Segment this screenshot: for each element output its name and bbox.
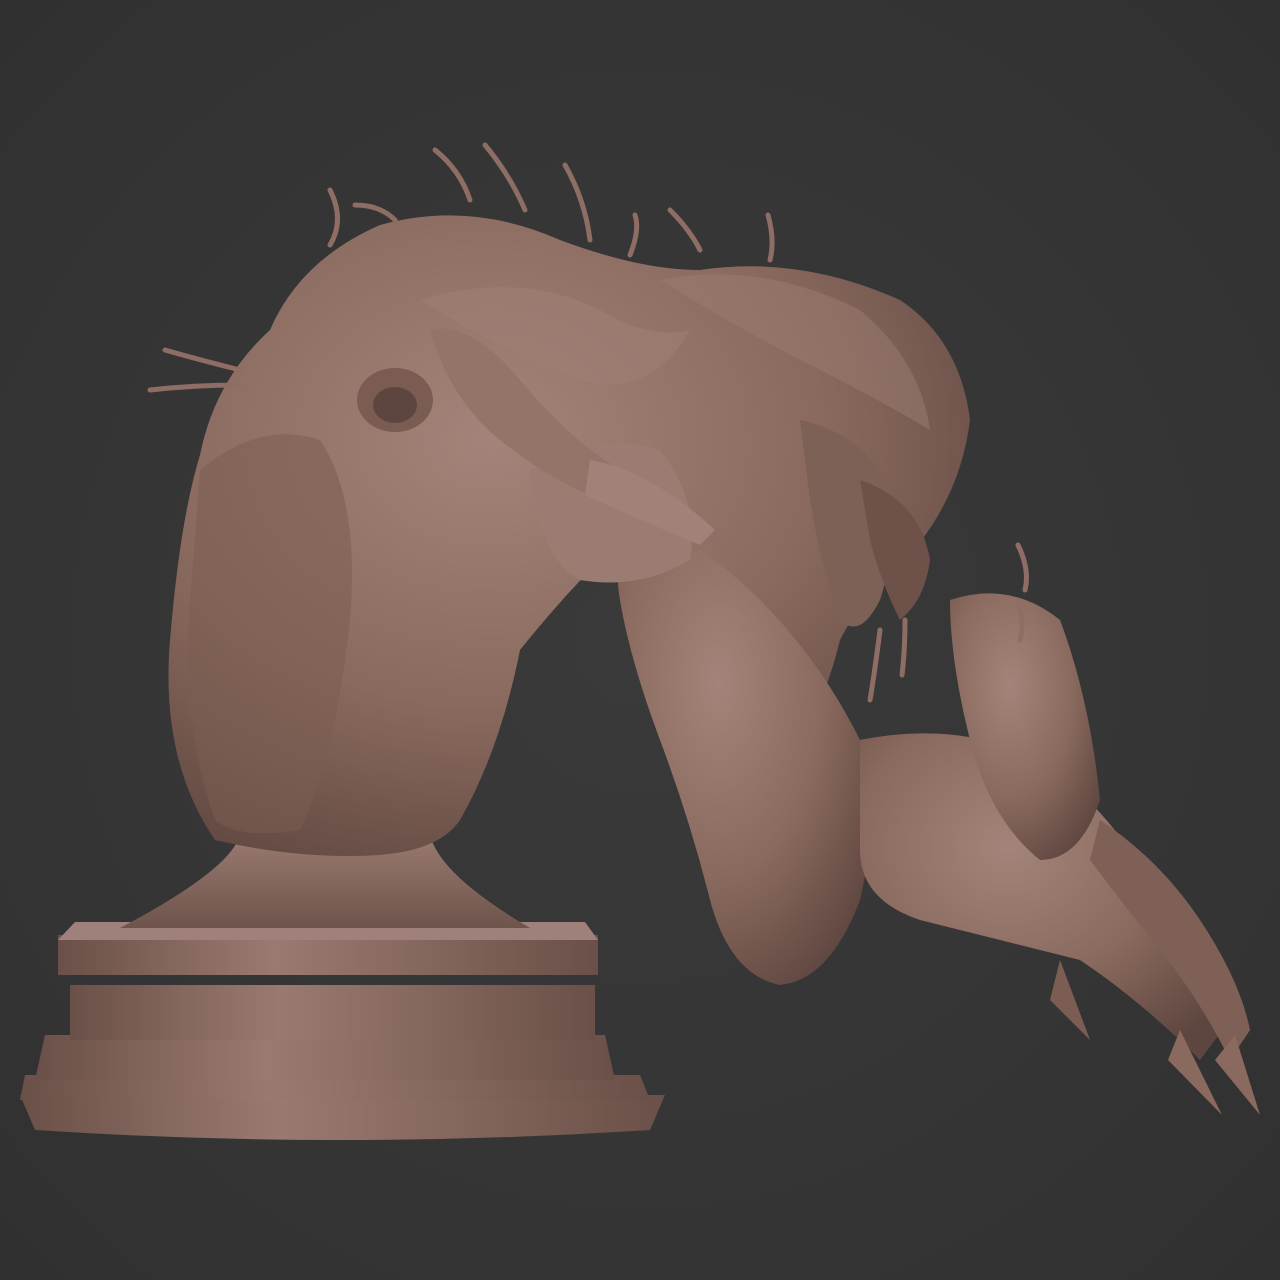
sculpt-render [20,142,1260,1140]
pedestal [20,835,665,1140]
3d-viewport[interactable] [0,0,1280,1280]
creature-arm [617,520,1260,1115]
